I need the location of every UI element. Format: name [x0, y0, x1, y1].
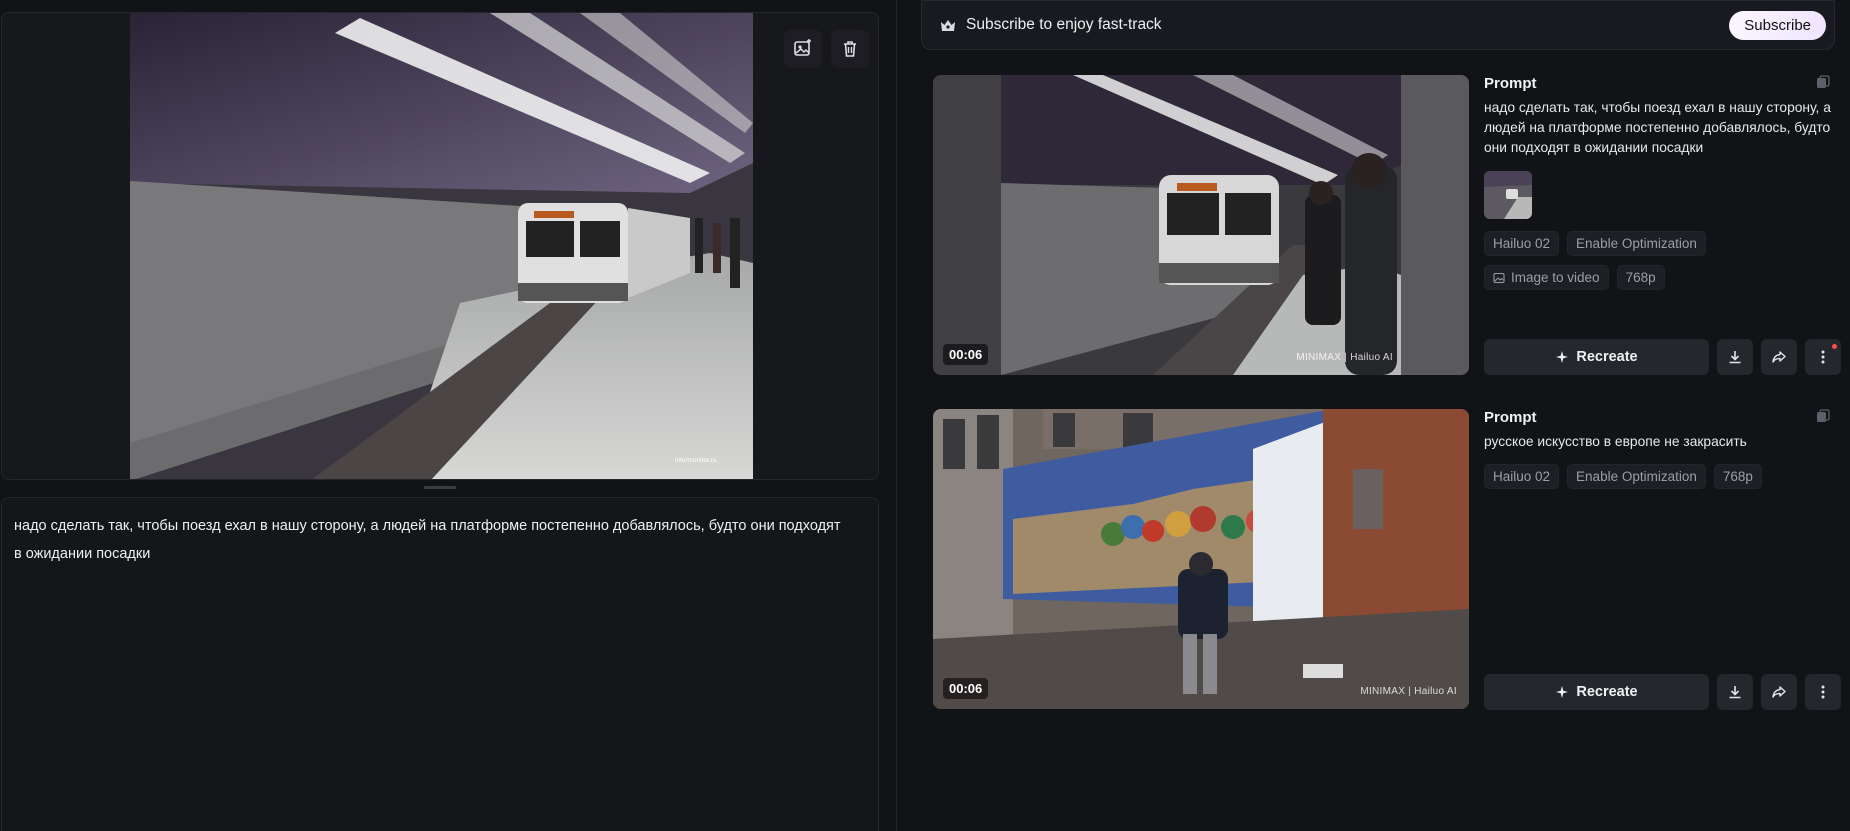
sparkle-icon [1556, 686, 1569, 698]
more-vertical-icon [1821, 350, 1825, 364]
card-actions: Recreate [1484, 339, 1841, 375]
source-image-watermark: intermonitor.ru [675, 457, 717, 464]
video-thumbnail[interactable]: 00:06 MINIMAX | Hailuo AI [933, 409, 1469, 709]
share-button[interactable] [1761, 339, 1797, 375]
model-tag: Hailuo 02 [1484, 231, 1560, 256]
share-button[interactable] [1761, 674, 1797, 710]
image-edit-icon [794, 39, 811, 56]
video-info: Prompt русское искусство в европе не зак… [1484, 409, 1834, 489]
subscribe-button[interactable]: Subscribe [1729, 11, 1826, 40]
recreate-label: Recreate [1576, 349, 1638, 365]
video-watermark: MINIMAX | Hailuo AI [1360, 686, 1457, 697]
prompt-label: Prompt [1484, 409, 1537, 426]
subscribe-banner: Subscribe to enjoy fast-track Subscribe [921, 0, 1835, 50]
mode-tag-label: Image to video [1511, 270, 1600, 285]
copy-icon[interactable] [1816, 75, 1830, 94]
model-tag: Hailuo 02 [1484, 464, 1560, 489]
resize-handle[interactable] [424, 486, 456, 489]
optimization-tag: Enable Optimization [1567, 464, 1706, 489]
delete-image-button[interactable] [831, 30, 869, 68]
tag-row: Hailuo 02 Enable Optimization 768p [1484, 464, 1834, 489]
resolution-tag: 768p [1616, 265, 1665, 290]
source-image: intermonitor.ru [130, 13, 753, 479]
video-info: Prompt надо сделать так, чтобы поезд еха… [1484, 75, 1834, 290]
prompt-text: русское искусство в европе не закрасить [1484, 434, 1747, 449]
tag-row: Hailuo 02 Enable Optimization [1484, 231, 1834, 256]
video-watermark: MINIMAX | Hailuo AI [1296, 352, 1393, 363]
sparkle-icon [1556, 351, 1569, 363]
subscribe-text: Subscribe to enjoy fast-track [966, 16, 1162, 33]
resolution-tag: 768p [1713, 464, 1762, 489]
replace-image-button[interactable] [784, 30, 822, 68]
download-icon [1729, 686, 1741, 699]
image-icon [1493, 272, 1505, 283]
recreate-button[interactable]: Recreate [1484, 339, 1709, 375]
tag-row: Image to video 768p [1484, 265, 1834, 290]
notification-dot [1832, 344, 1837, 349]
card-actions: Recreate [1484, 674, 1841, 710]
optimization-tag: Enable Optimization [1567, 231, 1706, 256]
recreate-button[interactable]: Recreate [1484, 674, 1709, 710]
download-button[interactable] [1717, 339, 1753, 375]
recreate-label: Recreate [1576, 684, 1638, 700]
video-duration: 00:06 [943, 678, 989, 699]
video-thumbnail[interactable]: 00:06 MINIMAX | Hailuo AI [933, 75, 1469, 375]
more-vertical-icon [1821, 685, 1825, 699]
download-icon [1729, 351, 1741, 364]
source-image-panel: intermonitor.ru [1, 12, 879, 480]
copy-icon[interactable] [1816, 409, 1830, 428]
video-duration: 00:06 [943, 344, 989, 365]
prompt-textarea[interactable]: надо сделать так, чтобы поезд ехал в наш… [14, 512, 844, 568]
more-options-button[interactable] [1805, 339, 1841, 375]
prompt-text: надо сделать так, чтобы поезд ехал в наш… [1484, 100, 1831, 155]
crown-icon [938, 15, 958, 35]
right-pane: Subscribe to enjoy fast-track Subscribe [897, 0, 1850, 831]
prompt-label: Prompt [1484, 75, 1537, 92]
download-button[interactable] [1717, 674, 1753, 710]
left-pane: intermonitor.ru надо сделать так, чтобы … [0, 0, 897, 831]
share-icon [1772, 351, 1786, 363]
mode-tag: Image to video [1484, 265, 1609, 290]
reference-image-thumbnail[interactable] [1484, 171, 1532, 219]
trash-icon [844, 41, 856, 57]
share-icon [1772, 686, 1786, 698]
prompt-input-panel[interactable]: надо сделать так, чтобы поезд ехал в наш… [1, 497, 879, 831]
more-options-button[interactable] [1805, 674, 1841, 710]
